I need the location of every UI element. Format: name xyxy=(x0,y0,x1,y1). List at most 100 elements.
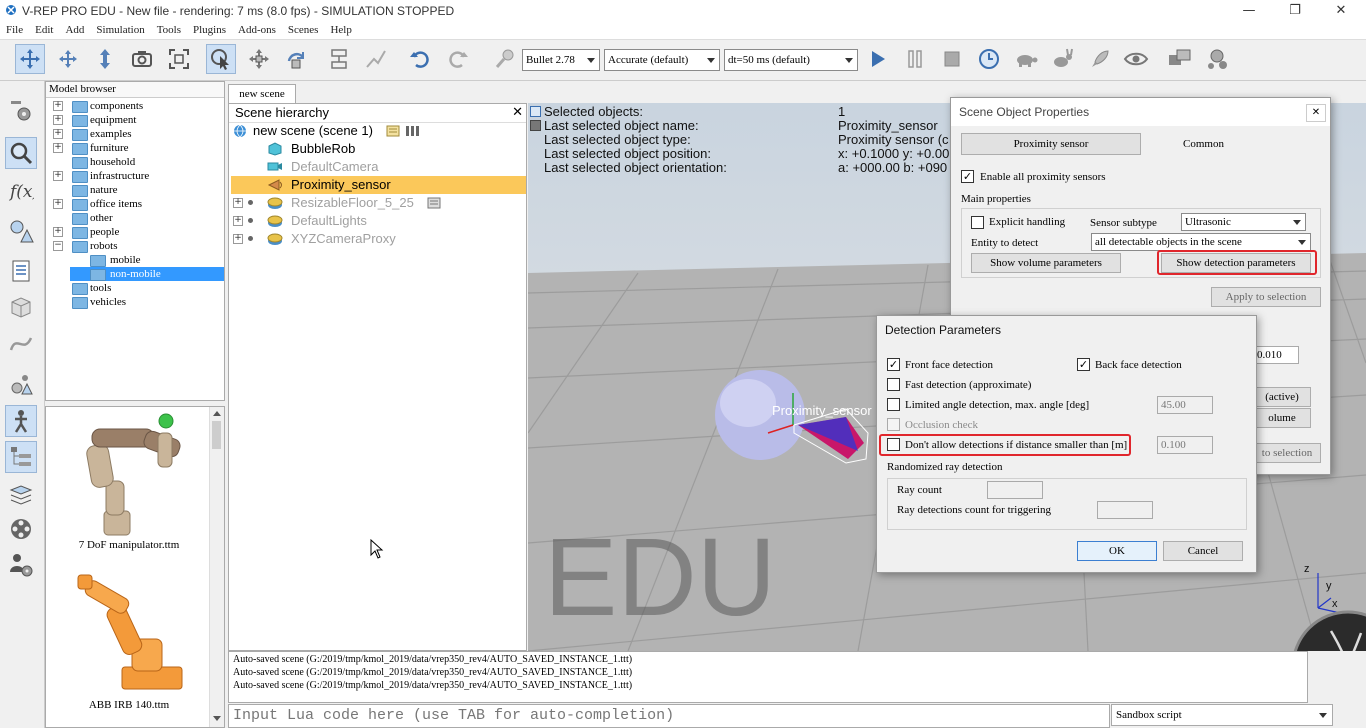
simulation-settings-button[interactable] xyxy=(5,95,37,127)
menu-add[interactable]: Add xyxy=(59,22,90,39)
hierarchy-item-defaultcamera[interactable]: DefaultCamera xyxy=(231,158,521,176)
threaded-rendering-button[interactable] xyxy=(1085,44,1115,74)
page-selector-button[interactable] xyxy=(1165,44,1195,74)
tree-item-tools[interactable]: tools xyxy=(50,281,224,295)
scene-hierarchy-toggle[interactable] xyxy=(5,405,37,437)
tree-item-other[interactable]: other xyxy=(50,211,224,225)
tree-item-office-items[interactable]: + office items xyxy=(50,197,224,211)
tree-item-vehicles[interactable]: vehicles xyxy=(50,295,224,309)
collapse-info-icon[interactable] xyxy=(530,106,541,117)
enable-all-checkbox[interactable]: ✓ xyxy=(961,170,974,183)
redo-button[interactable] xyxy=(443,44,473,74)
restore-button[interactable]: ❐ xyxy=(1272,0,1318,22)
hierarchy-root[interactable]: new scene (scene 1) xyxy=(231,122,521,140)
assemble-button[interactable] xyxy=(324,44,354,74)
camera-angle-button[interactable] xyxy=(127,44,157,74)
menu-plugins[interactable]: Plugins xyxy=(187,22,232,39)
menu-tools[interactable]: Tools xyxy=(151,22,187,39)
script-icon[interactable] xyxy=(427,197,441,209)
tree-item-equipment[interactable]: + equipment xyxy=(50,113,224,127)
hierarchy-item-proximity-sensor[interactable]: Proximity_sensor xyxy=(231,176,526,194)
shape-edit-button[interactable] xyxy=(5,291,37,323)
partial-volume-button[interactable]: olume xyxy=(1253,408,1311,428)
scene-tab[interactable]: new scene xyxy=(228,84,296,103)
fast-detection-checkbox[interactable] xyxy=(887,378,900,391)
scroll-thumb[interactable] xyxy=(212,421,221,449)
menu-edit[interactable]: Edit xyxy=(29,22,59,39)
menu-help[interactable]: Help xyxy=(324,22,357,39)
scroll-up-icon[interactable] xyxy=(213,411,221,416)
menu-simulation[interactable]: Simulation xyxy=(90,22,150,39)
hierarchy-item-bubblerob[interactable]: BubbleRob xyxy=(231,140,521,158)
ok-button[interactable]: OK xyxy=(1077,541,1157,561)
slow-down-button[interactable] xyxy=(1011,44,1041,74)
limited-angle-checkbox[interactable] xyxy=(887,398,900,411)
script-icon[interactable] xyxy=(386,125,400,137)
expand-icon[interactable]: + xyxy=(53,199,63,209)
expand-icon[interactable]: + xyxy=(53,227,63,237)
info-toggle-icon[interactable] xyxy=(530,120,541,131)
scene-selector-button[interactable] xyxy=(1202,44,1232,74)
undo-button[interactable] xyxy=(405,44,435,74)
timestep-select[interactable]: dt=50 ms (default) xyxy=(724,49,858,71)
menu-file[interactable]: File xyxy=(0,22,29,39)
visualization-toggle-button[interactable] xyxy=(1121,44,1151,74)
camera-shift-button[interactable] xyxy=(90,44,120,74)
expand-icon[interactable]: + xyxy=(53,115,63,125)
pause-simulation-button[interactable] xyxy=(900,44,930,74)
dynamics-toggle-button[interactable] xyxy=(490,44,520,74)
model-thumbnail-7dof[interactable]: 7 DoF manipulator.ttm xyxy=(54,411,204,551)
expand-icon[interactable]: + xyxy=(233,216,243,226)
start-simulation-button[interactable] xyxy=(863,44,893,74)
entity-to-detect-select[interactable]: all detectable objects in the scene xyxy=(1091,233,1311,251)
hierarchy-list-toggle[interactable] xyxy=(5,441,37,473)
tree-item-components[interactable]: + components xyxy=(50,99,224,113)
hierarchy-item-defaultlights[interactable]: + DefaultLights xyxy=(231,212,521,230)
expand-icon[interactable]: + xyxy=(53,129,63,139)
apply-to-selection-button[interactable]: Apply to selection xyxy=(1211,287,1321,307)
menu-scenes[interactable]: Scenes xyxy=(282,22,325,39)
menu-addons[interactable]: Add-ons xyxy=(232,22,282,39)
tree-item-household[interactable]: household xyxy=(50,155,224,169)
video-recorder-button[interactable] xyxy=(5,513,37,545)
tab-common[interactable]: Common xyxy=(1183,138,1224,150)
speed-up-button[interactable] xyxy=(1048,44,1078,74)
model-browser-toggle[interactable] xyxy=(5,137,37,169)
expand-icon[interactable]: + xyxy=(53,101,63,111)
selection-button[interactable] xyxy=(5,369,37,401)
physics-engine-select[interactable]: Bullet 2.78 xyxy=(522,49,600,71)
object-shift-button[interactable] xyxy=(244,44,274,74)
tree-item-examples[interactable]: + examples xyxy=(50,127,224,141)
expand-icon[interactable]: + xyxy=(53,171,63,181)
tree-item-robots[interactable]: − robots xyxy=(50,239,224,253)
user-settings-button[interactable] xyxy=(5,549,37,581)
sensor-subtype-select[interactable]: Ultrasonic xyxy=(1181,213,1306,231)
collapse-icon[interactable]: − xyxy=(53,241,63,251)
ray-count-field[interactable] xyxy=(987,481,1043,499)
scripts-button[interactable] xyxy=(5,255,37,287)
accuracy-select[interactable]: Accurate (default) xyxy=(604,49,720,71)
partial-value-field[interactable]: 0.010 xyxy=(1253,346,1299,364)
minimize-button[interactable]: — xyxy=(1226,0,1272,22)
limited-angle-field[interactable]: 45.00 xyxy=(1157,396,1213,414)
lua-command-input[interactable]: Input Lua code here (use TAB for auto-co… xyxy=(228,704,1110,728)
tree-item-non-mobile[interactable]: non-mobile xyxy=(70,267,224,281)
click-select-button[interactable] xyxy=(206,44,236,74)
tree-item-furniture[interactable]: + furniture xyxy=(50,141,224,155)
close-window-button[interactable]: ✕ xyxy=(1318,0,1364,22)
occlusion-checkbox[interactable] xyxy=(887,418,900,431)
thumbnails-scrollbar[interactable] xyxy=(209,407,224,727)
hierarchy-item-xyzcameraproxy[interactable]: + XYZCameraProxy xyxy=(231,230,521,248)
partial-apply-button[interactable]: to selection xyxy=(1253,443,1321,463)
cancel-button[interactable]: Cancel xyxy=(1163,541,1243,561)
path-edit-button[interactable] xyxy=(5,327,37,359)
tree-item-mobile[interactable]: mobile xyxy=(70,253,224,267)
script-target-select[interactable]: Sandbox script xyxy=(1111,704,1333,726)
tree-item-nature[interactable]: nature xyxy=(50,183,224,197)
expand-icon[interactable]: + xyxy=(233,234,243,244)
back-face-checkbox[interactable]: ✓ xyxy=(1077,358,1090,371)
model-thumbnail-abb-irb140[interactable]: ABB IRB 140.ttm xyxy=(54,569,204,711)
fit-to-view-button[interactable] xyxy=(164,44,194,74)
collections-button[interactable] xyxy=(5,215,37,247)
layers-button[interactable] xyxy=(5,479,37,511)
